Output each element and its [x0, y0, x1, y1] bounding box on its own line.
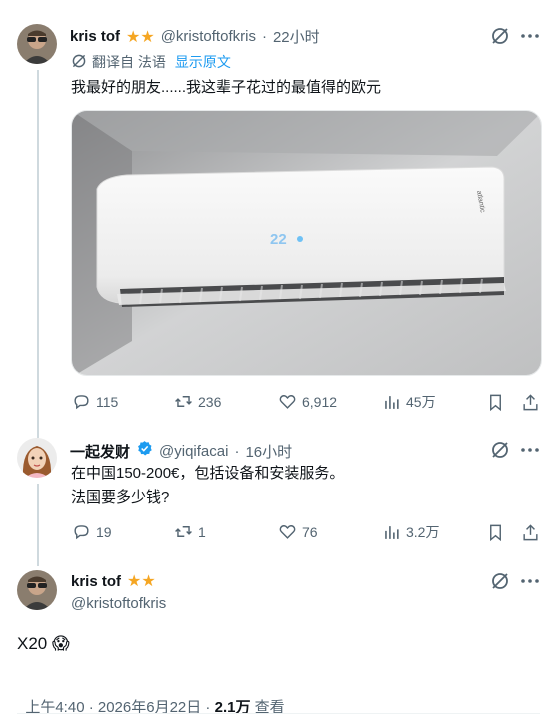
- bookmark-icon: [489, 394, 501, 411]
- like-button[interactable]: 76: [278, 522, 318, 541]
- more-icon[interactable]: [518, 439, 542, 461]
- divider: [17, 713, 540, 714]
- thread-line: [37, 484, 39, 566]
- like-button[interactable]: 6,912: [278, 392, 337, 411]
- retweet-button[interactable]: 236: [174, 392, 221, 411]
- retweet-icon: [175, 526, 192, 537]
- views-icon: [385, 395, 399, 409]
- tweet-text: X20 😱: [17, 634, 70, 653]
- author-name[interactable]: kris tof: [70, 28, 120, 45]
- reply-button[interactable]: 115: [72, 392, 118, 411]
- bookmark-icon: [489, 524, 501, 541]
- tweet-text-line: 在中国150-200€，包括设备和安装服务。: [71, 465, 345, 482]
- tweet-image[interactable]: 22 atlantic: [71, 110, 542, 376]
- tweet-text-line: 法国要多少钱?: [71, 489, 170, 506]
- more-icon[interactable]: [518, 25, 542, 47]
- more-icon[interactable]: [518, 570, 542, 592]
- bookmark-button[interactable]: [485, 392, 505, 412]
- grok-icon[interactable]: [489, 570, 511, 592]
- retweet-button[interactable]: 1: [174, 522, 206, 541]
- reply-count: 19: [96, 523, 112, 540]
- heart-icon: [279, 395, 296, 409]
- star-badge-icon: ★★: [127, 573, 156, 590]
- timestamp[interactable]: 22小时: [273, 26, 320, 47]
- reply-count: 115: [96, 393, 119, 410]
- bookmark-button[interactable]: [485, 522, 505, 542]
- grok-icon[interactable]: [489, 439, 511, 461]
- translate-icon: [71, 53, 87, 72]
- views-button[interactable]: 45万: [382, 392, 436, 412]
- translated-from-label: 翻译自 法语: [92, 54, 166, 70]
- heart-icon: [279, 525, 296, 539]
- author-name[interactable]: 一起发财: [70, 441, 130, 462]
- view-count: 45万: [406, 394, 436, 410]
- author-name[interactable]: kris tof: [71, 573, 121, 590]
- ac-display: 22: [270, 231, 287, 248]
- timestamp[interactable]: 16小时: [245, 441, 292, 462]
- reply-icon: [74, 395, 89, 410]
- tweet-text: 在中国150-200€，包括设备和安装服务。 法国要多少钱?: [71, 463, 344, 508]
- tweet-text: 我最好的朋友......我这辈子花过的最值得的欧元: [71, 79, 382, 96]
- retweet-count: 1: [198, 523, 206, 540]
- author-handle[interactable]: @kristoftofkris: [71, 595, 166, 612]
- reply-button[interactable]: 19: [72, 522, 112, 541]
- show-original-link[interactable]: 显示原文: [175, 52, 231, 72]
- author-handle[interactable]: @kristoftofkris: [161, 28, 256, 45]
- like-count: 6,912: [302, 393, 338, 410]
- share-icon: [522, 393, 538, 410]
- view-count: 3.2万: [406, 524, 440, 540]
- like-count: 76: [302, 523, 318, 540]
- share-icon: [522, 523, 538, 540]
- retweet-count: 236: [198, 393, 222, 410]
- author-handle[interactable]: @yiqifacai: [159, 443, 228, 460]
- grok-icon[interactable]: [489, 25, 511, 47]
- star-badge-icon: ★★: [126, 28, 155, 46]
- reply-icon: [74, 525, 89, 540]
- verified-badge-icon: [136, 440, 153, 462]
- share-button[interactable]: [520, 522, 540, 542]
- separator: ·: [261, 28, 267, 45]
- views-button[interactable]: 3.2万: [382, 522, 439, 542]
- thread-line: [37, 70, 39, 438]
- separator: ·: [234, 442, 240, 460]
- views-icon: [385, 525, 399, 539]
- share-button[interactable]: [520, 392, 540, 412]
- avatar[interactable]: [17, 24, 57, 64]
- retweet-icon: [175, 396, 192, 407]
- avatar[interactable]: [17, 438, 57, 478]
- avatar[interactable]: [17, 570, 57, 610]
